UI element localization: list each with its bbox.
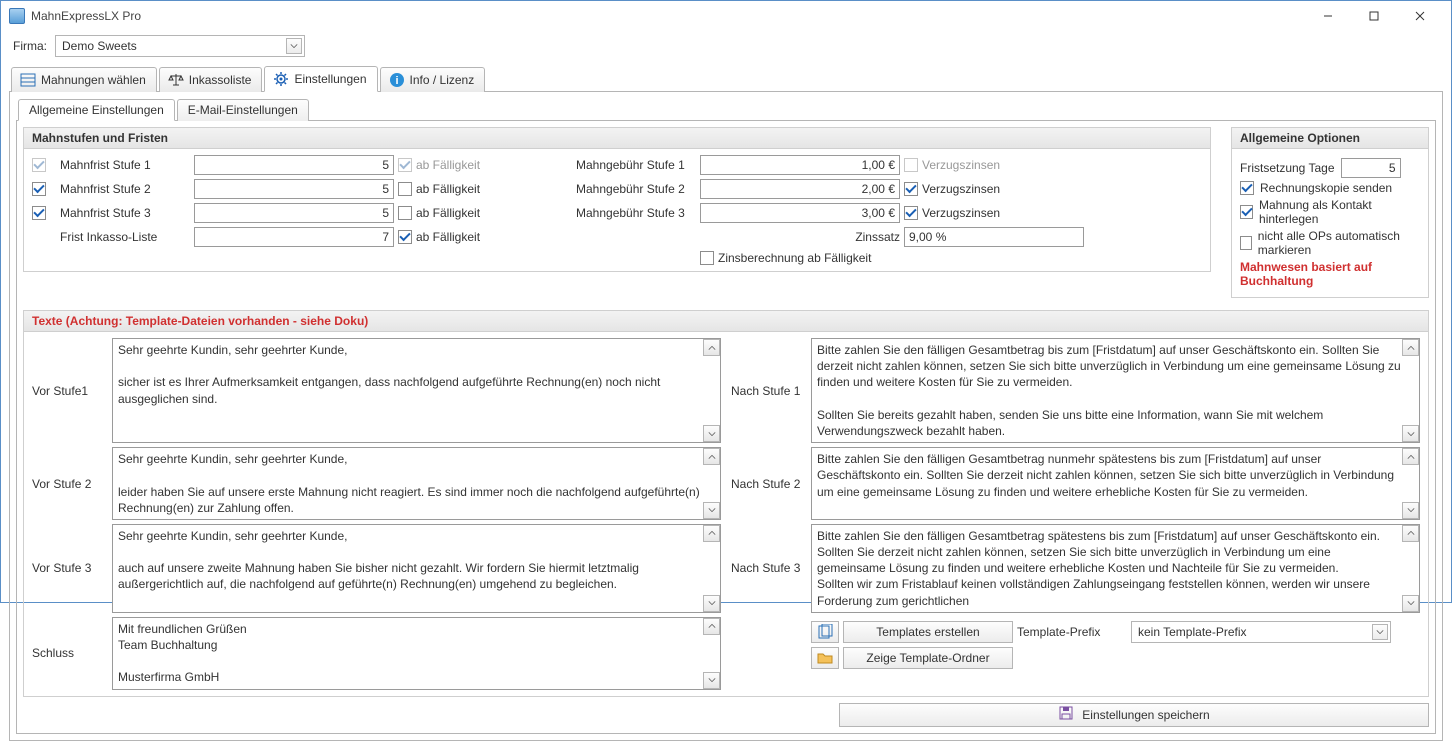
lbl-vor3: Vor Stufe 3 [32,524,102,613]
titlebar: MahnExpressLX Pro [1,1,1451,31]
textarea-nach2[interactable]: Bitte zahlen Sie den fälligen Gesamtbetr… [811,447,1420,520]
scroll-up-icon[interactable] [703,448,720,465]
tab-info[interactable]: i Info / Lizenz [380,67,486,92]
chk-stufe2-enable[interactable] [32,182,46,196]
tab-inkasso[interactable]: Inkassoliste [159,67,263,92]
scroll-up-icon[interactable] [703,339,720,356]
app-icon [9,8,25,24]
sub-tabstrip: Allgemeine Einstellungen E-Mail-Einstell… [16,98,1436,121]
group-texte-header: Texte (Achtung: Template-Dateien vorhand… [24,311,1428,332]
chk-stufe1-enable [32,158,46,172]
scroll-down-icon[interactable] [703,595,720,612]
textarea-nach3[interactable]: Bitte zahlen Sie den fälligen Gesamtbetr… [811,524,1420,613]
scroll-down-icon[interactable] [1402,595,1419,612]
lbl-nach1: Nach Stufe 1 [731,338,801,443]
save-icon [1058,705,1074,724]
templates-create-icon[interactable] [811,621,839,643]
scroll-down-icon[interactable] [1402,425,1419,442]
input-stufe2-tage[interactable]: 5 [194,179,394,199]
gear-icon [273,71,289,87]
chevron-down-icon [286,38,302,54]
textarea-vor3[interactable]: Sehr geehrte Kundin, sehr geehrter Kunde… [112,524,721,613]
chk-stufe3-ab[interactable] [398,206,412,220]
subtab-allgemein[interactable]: Allgemeine Einstellungen [18,99,175,121]
input-stufe3-tage[interactable]: 5 [194,203,394,223]
lbl-vor2: Vor Stufe 2 [32,447,102,520]
lbl-schluss: Schluss [32,617,102,690]
scales-icon [168,72,184,88]
scroll-up-icon[interactable] [1402,525,1419,542]
lbl-stufe1: Mahnfrist Stufe 1 [60,158,190,172]
input-fee1[interactable]: 1,00 € [700,155,900,175]
folder-icon[interactable] [811,647,839,669]
chk-stufe2-ab[interactable] [398,182,412,196]
scroll-down-icon[interactable] [703,425,720,442]
group-texte: Texte (Achtung: Template-Dateien vorhand… [23,310,1429,697]
close-button[interactable] [1397,1,1443,31]
templates-show-button[interactable]: Zeige Template-Ordner [843,647,1013,669]
lbl-template-prefix: Template-Prefix [1017,625,1127,639]
scroll-up-icon[interactable] [1402,339,1419,356]
list-icon [20,72,36,88]
group-options-header: Allgemeine Optionen [1232,128,1428,149]
chk-zins-ab-faelligkeit[interactable] [700,251,714,265]
input-stufe1-tage[interactable]: 5 [194,155,394,175]
group-options: Allgemeine Optionen Fristsetzung Tage 5 … [1231,127,1429,298]
templates-create-button[interactable]: Templates erstellen [843,621,1013,643]
chk-inkasso-ab[interactable] [398,230,412,244]
minimize-button[interactable] [1305,1,1351,31]
scroll-up-icon[interactable] [1402,448,1419,465]
svg-text:i: i [395,75,398,87]
firma-label: Firma: [13,39,47,53]
lbl-nach2: Nach Stufe 2 [731,447,801,520]
group-fristen: Mahnstufen und Fristen Mahnfrist Stufe 1… [23,127,1211,272]
note-buchhaltung: Mahnwesen basiert auf Buchhaltung [1240,260,1420,288]
textarea-nach1[interactable]: Bitte zahlen Sie den fälligen Gesamtbetr… [811,338,1420,443]
chk-verzug3[interactable] [904,206,918,220]
textarea-vor1[interactable]: Sehr geehrte Kundin, sehr geehrter Kunde… [112,338,721,443]
info-icon: i [389,72,405,88]
input-fee2[interactable]: 2,00 € [700,179,900,199]
chk-kontakt[interactable] [1240,205,1253,219]
chk-stufe3-enable[interactable] [32,206,46,220]
tab-mahnungen[interactable]: Mahnungen wählen [11,67,157,92]
lbl-vor1: Vor Stufe1 [32,338,102,443]
input-fee3[interactable]: 3,00 € [700,203,900,223]
textarea-vor2[interactable]: Sehr geehrte Kundin, sehr geehrter Kunde… [112,447,721,520]
maximize-button[interactable] [1351,1,1397,31]
chk-nichtalle[interactable] [1240,236,1252,250]
chevron-down-icon [1372,624,1388,640]
input-inkasso-tage[interactable]: 7 [194,227,394,247]
chk-verzug2[interactable] [904,182,918,196]
scroll-up-icon[interactable] [703,525,720,542]
scroll-down-icon[interactable] [1402,502,1419,519]
lbl-zinssatz: Zinssatz [855,230,900,244]
input-zinssatz[interactable]: 9,00 % [904,227,1084,247]
scroll-up-icon[interactable] [703,618,720,635]
subtab-email[interactable]: E-Mail-Einstellungen [177,99,309,121]
window-title: MahnExpressLX Pro [31,9,141,23]
save-settings-button[interactable]: Einstellungen speichern [839,703,1429,727]
main-tabstrip: Mahnungen wählen Inkassoliste Einstellun… [9,65,1443,92]
lbl-fee1: Mahngebühr Stufe 1 [576,158,696,172]
chk-verzug1 [904,158,918,172]
lbl-nach3: Nach Stufe 3 [731,524,801,613]
chk-rechnungskopie[interactable] [1240,181,1254,195]
tab-einstellungen[interactable]: Einstellungen [264,66,377,92]
template-prefix-select[interactable]: kein Template-Prefix [1131,621,1391,643]
scroll-down-icon[interactable] [703,672,720,689]
input-fristsetzung[interactable]: 5 [1341,158,1401,178]
group-fristen-header: Mahnstufen und Fristen [24,128,1210,149]
lbl-fristsetzung: Fristsetzung Tage [1240,161,1335,175]
firma-value: Demo Sweets [62,39,137,53]
chk-stufe1-ab [398,158,412,172]
textarea-schluss[interactable]: Mit freundlichen Grüßen Team Buchhaltung… [112,617,721,690]
scroll-down-icon[interactable] [703,502,720,519]
firma-select[interactable]: Demo Sweets [55,35,305,57]
